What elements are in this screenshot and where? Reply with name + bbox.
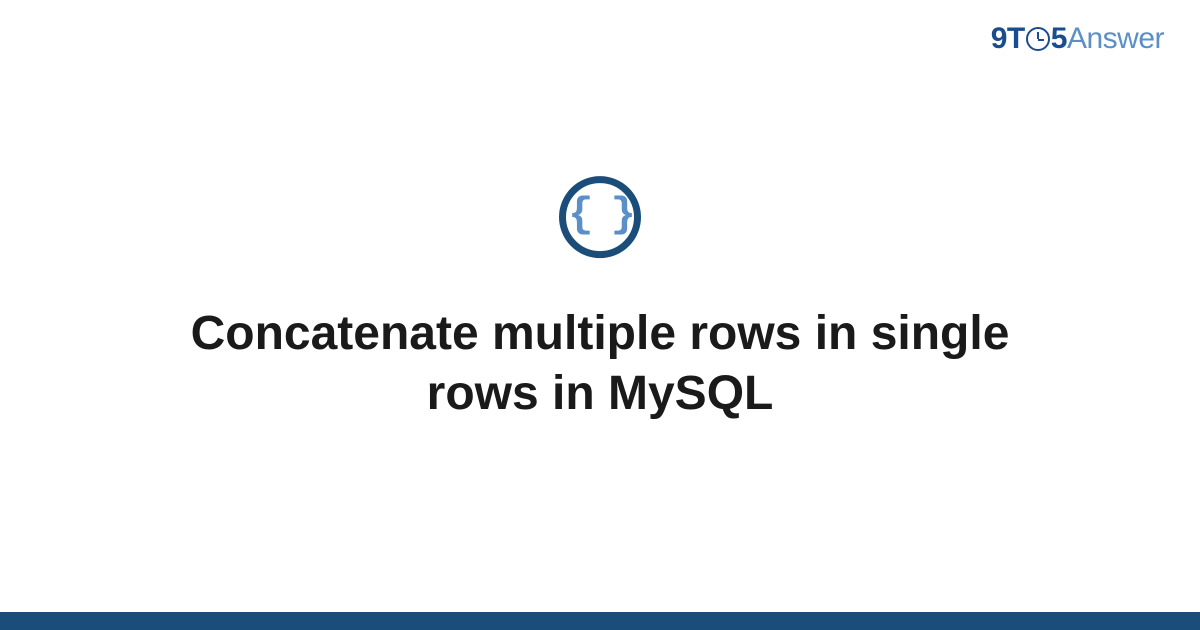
- braces-glyph: { }: [568, 194, 632, 236]
- code-braces-icon: { }: [559, 176, 641, 258]
- clock-icon: [1026, 27, 1050, 51]
- footer-accent-bar: [0, 612, 1200, 630]
- site-logo[interactable]: 9T 5 Answer: [991, 22, 1164, 56]
- logo-text-9t: 9T: [991, 22, 1025, 56]
- logo-text-answer: Answer: [1067, 22, 1164, 56]
- main-content: { } Concatenate multiple rows in single …: [0, 176, 1200, 424]
- logo-text-5: 5: [1051, 22, 1067, 56]
- page-title: Concatenate multiple rows in single rows…: [150, 304, 1050, 424]
